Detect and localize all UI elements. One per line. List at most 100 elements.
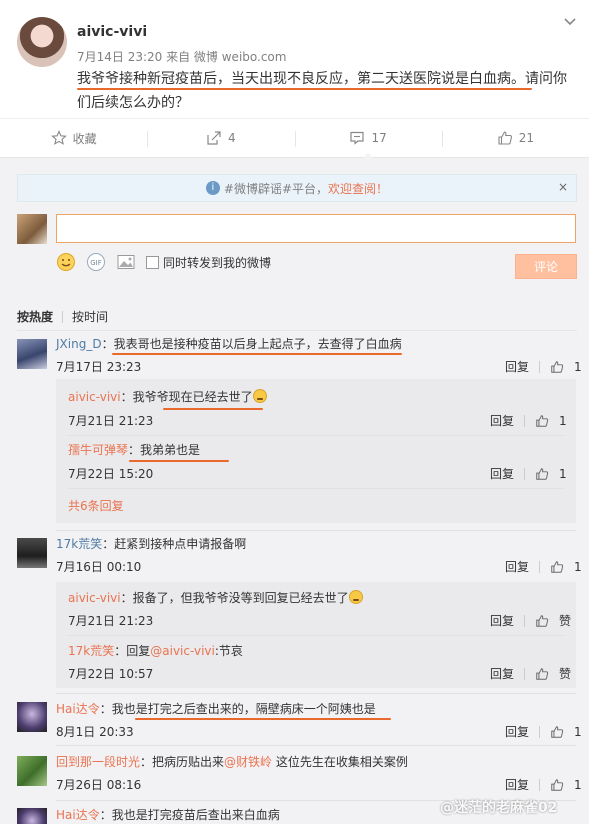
comment-avatar[interactable] bbox=[17, 808, 47, 824]
author-avatar[interactable] bbox=[17, 17, 67, 67]
author-name[interactable]: aivic-vivi bbox=[77, 24, 147, 40]
comment-ops: 回复 1 bbox=[505, 358, 582, 375]
ops-divider bbox=[539, 725, 541, 738]
comment-ops: 回复 1 bbox=[505, 776, 582, 793]
compose-tools: GIF 同时转发到我的微博 bbox=[56, 252, 271, 272]
reply-button[interactable]: 回复 bbox=[505, 723, 529, 740]
comment-avatar[interactable] bbox=[17, 538, 47, 568]
gif-icon[interactable]: GIF bbox=[86, 252, 106, 272]
reply-author[interactable]: 孺牛可弹琴 bbox=[68, 443, 128, 457]
repost-count: 4 bbox=[228, 131, 236, 145]
reply-button[interactable]: 回复 bbox=[505, 558, 529, 575]
reply-time: 7月21日 21:23 bbox=[68, 414, 154, 428]
comment-body: 我表哥也是接种疫苗以后身上起点子，去查得了白血病 bbox=[113, 337, 402, 351]
reply-ops: 回复 1 bbox=[490, 465, 567, 482]
comment-body: 我也是打完疫苗后查出来白血病 bbox=[111, 808, 280, 822]
sort-divider-line bbox=[17, 330, 577, 331]
info-icon: i bbox=[205, 181, 220, 195]
comment-ops: 回复 1 bbox=[505, 558, 582, 575]
reply-button[interactable]: 回复 bbox=[505, 776, 529, 793]
comment-avatar[interactable] bbox=[17, 702, 47, 732]
comment-underline bbox=[112, 353, 402, 355]
comment-time: 8月1日 20:33 bbox=[56, 725, 134, 739]
more-replies-link[interactable]: 共6条回复 bbox=[68, 497, 124, 514]
reply-divider bbox=[68, 635, 564, 636]
ops-divider bbox=[524, 467, 526, 480]
comment-text: Hai达令：我也是打完疫苗后查出来白血病 bbox=[56, 808, 280, 822]
watermark: @迷茫的老麻雀02 bbox=[440, 800, 558, 816]
thumbs-up-icon[interactable] bbox=[550, 778, 564, 792]
sync-repost-label: 同时转发到我的微博 bbox=[163, 255, 272, 270]
thumbs-up-icon bbox=[498, 131, 512, 145]
thumbs-up-icon[interactable] bbox=[535, 467, 549, 481]
reply-time: 7月22日 15:20 bbox=[68, 467, 154, 481]
reply-button[interactable]: 回复 bbox=[505, 358, 529, 375]
comment-button[interactable]: 17 bbox=[294, 119, 442, 158]
notice-link[interactable]: 欢迎查阅！ bbox=[328, 180, 388, 197]
repost-icon bbox=[207, 131, 221, 145]
reply-author[interactable]: 17k荒笑 bbox=[68, 644, 114, 658]
post-meta: 7月14日 23:20 来自 微博 weibo.com bbox=[77, 50, 287, 64]
comment-author[interactable]: Hai达令 bbox=[56, 702, 100, 716]
reply-ops: 回复 1 bbox=[490, 412, 567, 429]
like-count: 21 bbox=[518, 131, 535, 145]
reply-button[interactable]: 回复 bbox=[490, 612, 514, 629]
reply-text: 孺牛可弹琴：我弟弟也是 bbox=[68, 443, 201, 457]
like-count: 1 bbox=[574, 559, 582, 574]
like-count: 1 bbox=[574, 359, 582, 374]
thumbs-up-icon[interactable] bbox=[535, 614, 549, 628]
ops-divider bbox=[524, 667, 526, 680]
repost-button[interactable]: 4 bbox=[147, 119, 294, 157]
comment-input[interactable] bbox=[56, 214, 576, 243]
reply-author[interactable]: aivic-vivi bbox=[68, 591, 121, 605]
comment-avatar[interactable] bbox=[17, 756, 47, 786]
thumbs-up-icon[interactable] bbox=[535, 667, 549, 681]
comment-author[interactable]: JXing_D bbox=[56, 337, 102, 351]
comment-text: 回到那一段时光：把病历贴出来@财铁岭 这位先生在收集相关案例 bbox=[56, 755, 408, 769]
comment-body: 我也是打完之后查出来的，隔壁病床一个阿姨也是 bbox=[111, 702, 376, 716]
like-button[interactable]: 21 bbox=[441, 119, 589, 157]
comment-time: 7月17日 23:23 bbox=[56, 360, 142, 374]
sort-by-hot[interactable]: 按热度 bbox=[17, 308, 53, 325]
comment-avatar[interactable] bbox=[17, 339, 47, 369]
reply-body: 我爷爷现在已经去世了 bbox=[132, 390, 253, 404]
comment-body: 赶紧到接种点申请报备啊 bbox=[114, 537, 247, 551]
sync-repost-option[interactable]: 同时转发到我的微博 bbox=[146, 254, 271, 271]
comment-author[interactable]: Hai达令 bbox=[56, 808, 100, 822]
ops-divider bbox=[524, 614, 526, 627]
crying-emoji-icon bbox=[348, 590, 363, 604]
thumbs-up-icon[interactable] bbox=[550, 360, 564, 374]
comment-author[interactable]: 回到那一段时光 bbox=[56, 755, 140, 769]
like-word: 赞 bbox=[559, 667, 572, 681]
reply-time: 7月22日 10:57 bbox=[68, 667, 154, 681]
post-underline bbox=[77, 88, 532, 90]
comment-text: JXing_D：我表哥也是接种疫苗以后身上起点子，去查得了白血病 bbox=[56, 337, 402, 351]
favorite-button[interactable]: 收藏 bbox=[0, 119, 147, 157]
favorite-label: 收藏 bbox=[72, 131, 97, 146]
close-icon[interactable]: × bbox=[558, 180, 568, 194]
thumbs-up-icon[interactable] bbox=[550, 560, 564, 574]
submit-comment-button[interactable]: 评论 bbox=[515, 254, 577, 279]
thumbs-up-icon[interactable] bbox=[550, 725, 564, 739]
reply-button[interactable]: 回复 bbox=[490, 665, 514, 682]
svg-text:GIF: GIF bbox=[90, 259, 102, 267]
mention-link[interactable]: @财铁岭 bbox=[224, 755, 272, 769]
reply-button[interactable]: 回复 bbox=[490, 412, 514, 429]
comment-divider bbox=[56, 693, 576, 694]
reply-button[interactable]: 回复 bbox=[490, 465, 514, 482]
comment-underline bbox=[135, 718, 391, 720]
like-count: 1 bbox=[574, 724, 582, 739]
emoji-icon[interactable] bbox=[56, 252, 76, 272]
comment-author[interactable]: 17k荒笑 bbox=[56, 537, 102, 551]
sort-by-time[interactable]: 按时间 bbox=[72, 308, 108, 325]
mention-link[interactable]: @aivic-vivi bbox=[150, 644, 215, 658]
image-icon[interactable] bbox=[116, 252, 136, 272]
reply-prefix: 回复 bbox=[126, 644, 151, 658]
reply-underline bbox=[163, 408, 263, 410]
ops-divider bbox=[524, 414, 526, 427]
chevron-down-icon[interactable] bbox=[562, 14, 578, 30]
sync-repost-checkbox[interactable] bbox=[146, 255, 159, 269]
reply-author[interactable]: aivic-vivi bbox=[68, 390, 121, 404]
thumbs-up-icon[interactable] bbox=[535, 414, 549, 428]
action-bar: 收藏 4 17 21 bbox=[0, 118, 589, 158]
